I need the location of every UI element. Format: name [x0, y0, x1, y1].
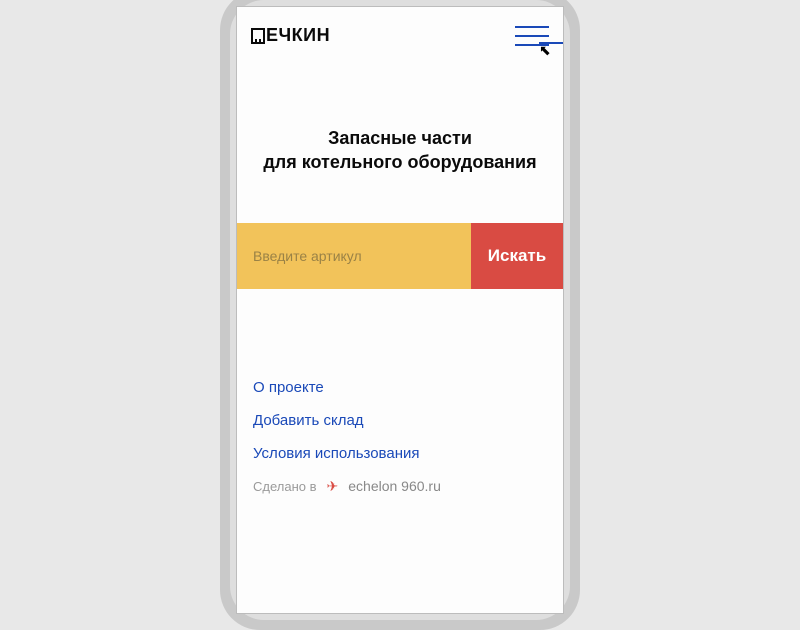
- search-bar: Искать: [237, 223, 563, 289]
- footer-link-terms[interactable]: Условия использования: [253, 445, 547, 462]
- search-input[interactable]: [237, 223, 471, 289]
- footer: О проекте Добавить склад Условия использ…: [237, 289, 563, 495]
- made-in: Сделано в ✈ echelon 960.ru: [253, 478, 547, 495]
- menu-button[interactable]: ⬉: [515, 26, 549, 46]
- phone-inner: ЕЧКИН ⬉ Запасные части для котельного об…: [230, 0, 570, 620]
- logo-text: ЕЧКИН: [266, 25, 330, 46]
- logo[interactable]: ЕЧКИН: [251, 25, 330, 46]
- app-screen: ЕЧКИН ⬉ Запасные части для котельного об…: [236, 6, 564, 614]
- phone-frame: ЕЧКИН ⬉ Запасные части для котельного об…: [220, 0, 580, 630]
- made-in-brand[interactable]: echelon 960.ru: [348, 478, 441, 494]
- footer-link-about[interactable]: О проекте: [253, 379, 547, 396]
- plane-icon: ✈: [327, 478, 339, 495]
- made-in-label: Сделано в: [253, 479, 317, 494]
- footer-link-add-warehouse[interactable]: Добавить склад: [253, 412, 547, 429]
- hero-line-2: для котельного оборудования: [251, 150, 549, 174]
- search-button[interactable]: Искать: [471, 223, 563, 289]
- hero-line-1: Запасные части: [251, 126, 549, 150]
- hero: Запасные части для котельного оборудован…: [237, 54, 563, 223]
- header: ЕЧКИН ⬉: [237, 7, 563, 54]
- logo-icon: [251, 28, 265, 44]
